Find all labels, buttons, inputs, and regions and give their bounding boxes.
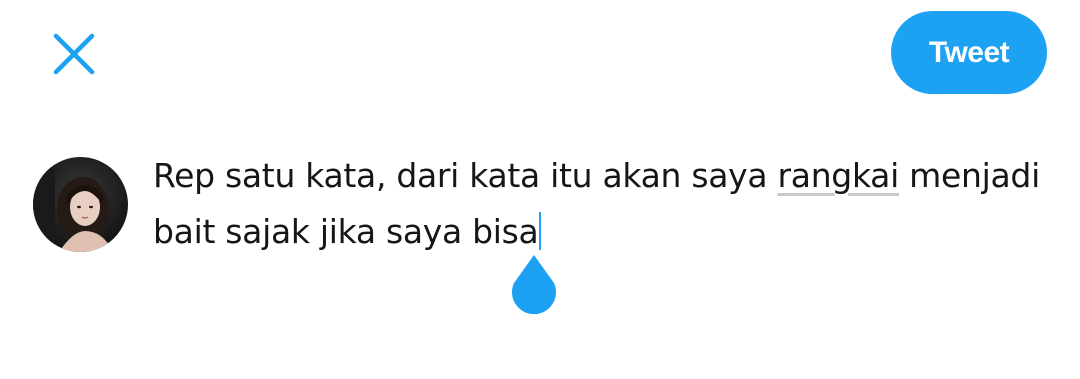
close-icon: [53, 33, 95, 75]
avatar[interactable]: [33, 157, 128, 252]
avatar-image: [33, 157, 128, 252]
spellcheck-flagged-word[interactable]: rangkai: [778, 156, 900, 195]
text-cursor-handle[interactable]: [506, 253, 562, 319]
close-button[interactable]: [46, 26, 102, 82]
tweet-compose-input[interactable]: Rep satu kata, dari kata itu akan saya r…: [153, 148, 1053, 260]
tweet-button[interactable]: Tweet: [891, 11, 1047, 94]
compose-text-line-1: Rep satu kata, dari kata itu akan saya r…: [153, 156, 1040, 195]
text-cursor-handle-icon: [512, 255, 556, 315]
text-caret: [539, 212, 542, 250]
compose-text-line-2: bait sajak jika saya bisa: [153, 204, 1053, 260]
